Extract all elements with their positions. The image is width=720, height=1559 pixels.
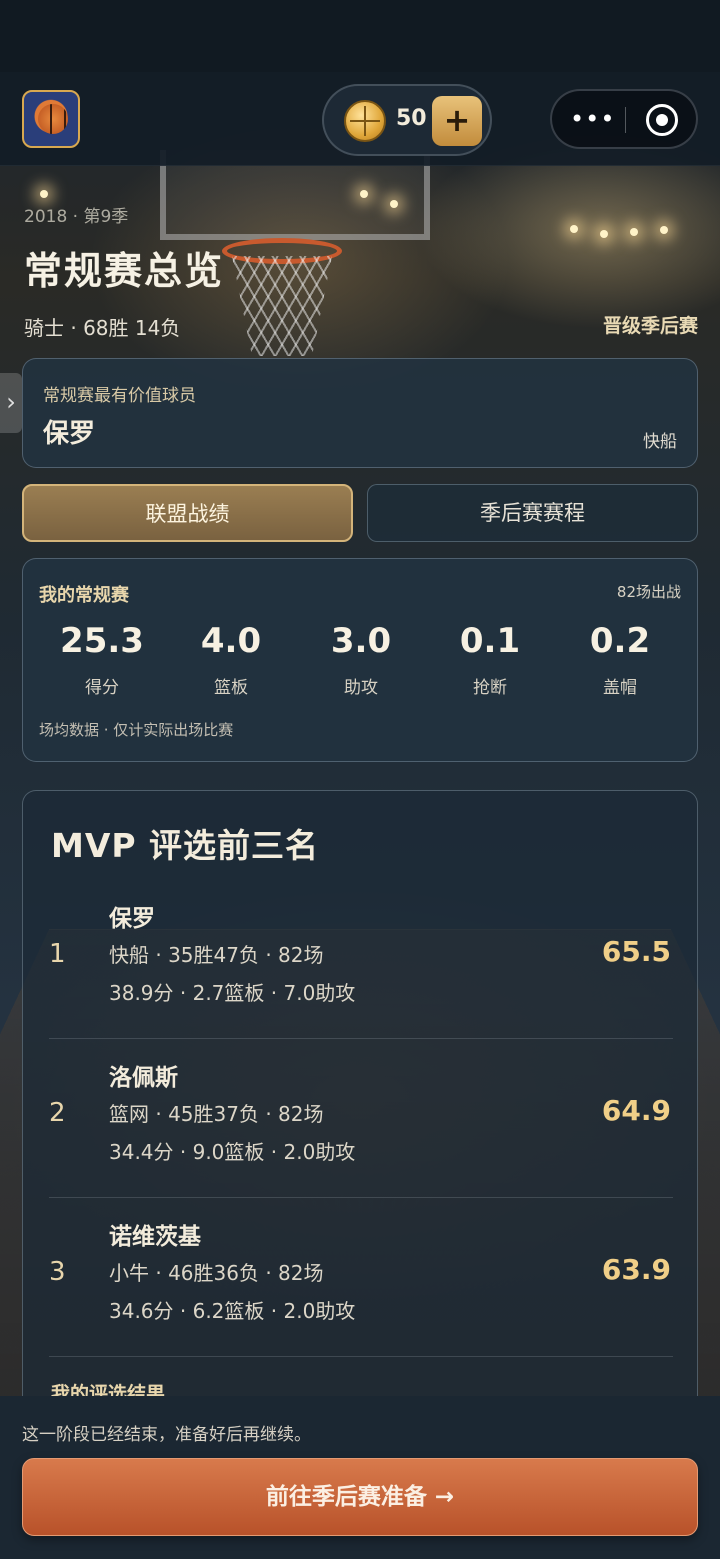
rank-number: 1 <box>49 939 66 969</box>
coin-icon <box>344 100 386 142</box>
stat-label: 得分 <box>85 678 119 698</box>
stat-steals: 0.1 抢断 <box>425 621 555 698</box>
player-stat-line: 34.4分 · 9.0篮板 · 2.0助攻 <box>109 1140 356 1164</box>
mvp-score: 65.5 <box>601 935 671 968</box>
stat-value: 0.2 <box>589 621 651 661</box>
player-name: 诺维茨基 <box>109 1224 201 1250</box>
player-name: 保罗 <box>109 906 155 932</box>
more-icon[interactable]: ••• <box>570 103 614 135</box>
stat-value: 4.0 <box>200 621 262 661</box>
player-stat-line: 34.6分 · 6.2篮板 · 2.0助攻 <box>109 1299 356 1323</box>
ranking-row: 3 诺维茨基 小牛 · 46胜36负 · 82场 34.6分 · 6.2篮板 ·… <box>23 1199 699 1357</box>
row-divider <box>49 1038 673 1039</box>
stat-label: 助攻 <box>344 678 378 698</box>
tab-league-standings[interactable]: 联盟战绩 <box>22 484 353 542</box>
player-name: 洛佩斯 <box>109 1065 178 1091</box>
coin-balance: 50 + <box>322 84 492 156</box>
tab-playoff-schedule[interactable]: 季后赛赛程 <box>367 484 698 542</box>
hoop-net <box>232 256 332 356</box>
stat-label: 抢断 <box>473 678 507 698</box>
team-record: 骑士 · 68胜 14负 <box>24 316 181 340</box>
stage-finished-note: 这一阶段已经结束，准备好后再继续。 <box>22 1425 311 1445</box>
close-target-icon[interactable] <box>646 104 678 136</box>
stat-assists: 3.0 助攻 <box>296 621 426 698</box>
playoff-qualified-badge: 晋级季后赛 <box>602 315 698 337</box>
stat-points: 25.3 得分 <box>37 621 167 698</box>
status-bar <box>0 0 720 72</box>
ranking-row: 1 保罗 快船 · 35胜47负 · 82场 38.9分 · 2.7篮板 · 7… <box>23 881 699 1039</box>
stat-blocks: 0.2 盖帽 <box>555 621 685 698</box>
season-label: 2018 · 第9季 <box>24 207 129 227</box>
my-stats-card: 我的常规赛 82场出战 25.3 得分 4.0 篮板 3.0 助攻 0.1 抢断… <box>22 558 698 762</box>
stats-note: 场均数据 · 仅计实际出场比赛 <box>39 721 234 739</box>
coin-count: 50 <box>396 106 427 131</box>
row-divider <box>49 1197 673 1198</box>
top-bar: 50 + ••• <box>0 72 720 166</box>
mvp-name: 保罗 <box>43 419 96 449</box>
stat-value: 3.0 <box>330 621 392 661</box>
games-played: 82场出战 <box>616 583 681 601</box>
ranking-row: 2 洛佩斯 篮网 · 45胜37负 · 82场 34.4分 · 9.0篮板 · … <box>23 1040 699 1198</box>
page-title: 常规赛总览 <box>24 249 225 293</box>
row-divider <box>49 1356 673 1357</box>
stat-value: 0.1 <box>459 621 521 661</box>
add-coins-button[interactable]: + <box>432 96 482 146</box>
stat-label: 篮板 <box>214 678 248 698</box>
chevron-right-icon[interactable]: › <box>0 373 22 433</box>
mvp-label: 常规赛最有价值球员 <box>43 386 196 406</box>
player-team-record: 快船 · 35胜47负 · 82场 <box>109 943 324 967</box>
ranking-title: MVP 评选前三名 <box>51 826 320 865</box>
go-playoff-prep-button[interactable]: 前往季后赛准备 → <box>22 1458 698 1536</box>
bottom-panel: 这一阶段已经结束，准备好后再继续。 前往季后赛准备 → <box>0 1396 720 1559</box>
mini-program-capsule: ••• <box>550 89 698 149</box>
capsule-divider <box>625 107 626 133</box>
player-team-record: 小牛 · 46胜36负 · 82场 <box>109 1261 324 1285</box>
stat-rebounds: 4.0 篮板 <box>166 621 296 698</box>
stat-value: 25.3 <box>60 621 144 661</box>
mvp-score: 64.9 <box>601 1094 671 1127</box>
player-stat-line: 38.9分 · 2.7篮板 · 7.0助攻 <box>109 981 356 1005</box>
stat-label: 盖帽 <box>603 678 637 698</box>
stats-title: 我的常规赛 <box>39 585 129 606</box>
basketball-logo-icon[interactable] <box>22 90 80 148</box>
player-team-record: 篮网 · 45胜37负 · 82场 <box>109 1102 324 1126</box>
rank-number: 2 <box>49 1098 66 1128</box>
mvp-team: 快船 <box>643 432 677 452</box>
mvp-score: 63.9 <box>601 1253 671 1286</box>
rank-number: 3 <box>49 1257 66 1287</box>
mvp-card: 常规赛最有价值球员 保罗 快船 <box>22 358 698 468</box>
